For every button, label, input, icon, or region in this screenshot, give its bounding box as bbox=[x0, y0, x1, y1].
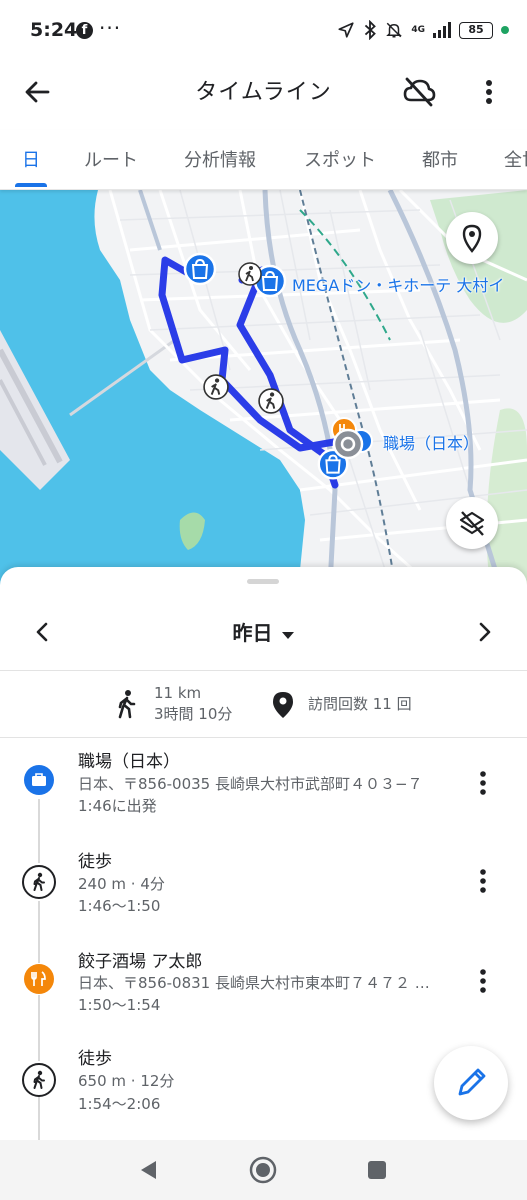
more-vert-icon bbox=[480, 869, 486, 893]
timeline-time: 1:54〜2:06 bbox=[78, 1095, 161, 1113]
day-summary: 11 km 3時間 10分 訪問回数 11 回 bbox=[0, 671, 527, 737]
shopping-pin-icon[interactable] bbox=[183, 252, 217, 290]
timeline-address: 日本、〒856-0831 長崎県大村市東本町７４７２ … bbox=[78, 974, 430, 992]
tab-world[interactable]: 全世 bbox=[504, 146, 527, 172]
date-navigator: 昨日 bbox=[0, 597, 527, 667]
timeline-title: 職場（日本） bbox=[78, 752, 180, 772]
timeline-title: 徒歩 bbox=[78, 1049, 112, 1069]
restaurant-icon bbox=[24, 964, 54, 994]
muted-bell-icon bbox=[386, 22, 403, 38]
timeline-connector bbox=[38, 1097, 40, 1140]
dropdown-caret-icon bbox=[281, 631, 294, 639]
nav-home-button[interactable] bbox=[247, 1154, 279, 1186]
walking-icon bbox=[22, 1063, 56, 1097]
timeline-title: 餃子酒場 ア太郎 bbox=[78, 952, 203, 972]
nav-home-icon bbox=[249, 1156, 277, 1184]
places-button[interactable] bbox=[446, 212, 498, 264]
page-title: タイムライン bbox=[195, 80, 332, 105]
pencil-icon bbox=[458, 1068, 486, 1096]
date-label: 昨日 bbox=[232, 621, 273, 645]
tab-cities[interactable]: 都市 bbox=[422, 146, 458, 172]
date-selector[interactable]: 昨日 bbox=[0, 617, 527, 646]
timeline-connector bbox=[38, 901, 40, 963]
item-more-button[interactable] bbox=[468, 765, 498, 801]
status-overflow: ··· bbox=[99, 16, 122, 40]
divider bbox=[0, 737, 527, 738]
edit-button[interactable] bbox=[434, 1046, 508, 1120]
cloud-off-icon bbox=[403, 77, 436, 107]
tab-insights[interactable]: 分析情報 bbox=[184, 146, 256, 172]
chevron-right-icon bbox=[479, 622, 491, 642]
map-view[interactable]: MEGAドン・キホーテ 大村イ 職場（日本） bbox=[0, 190, 527, 585]
next-day-button[interactable] bbox=[467, 615, 501, 649]
walking-icon bbox=[22, 865, 56, 899]
more-vert-icon bbox=[486, 80, 492, 104]
bluetooth-icon bbox=[365, 20, 377, 40]
drag-handle[interactable] bbox=[247, 579, 279, 584]
walking-marker-icon[interactable] bbox=[258, 388, 284, 414]
walking-marker-icon[interactable] bbox=[238, 262, 262, 286]
more-menu-button[interactable] bbox=[474, 74, 504, 110]
system-nav-bar bbox=[0, 1140, 527, 1200]
nav-back-icon bbox=[141, 1161, 156, 1179]
timeline-distance: 650 m · 12分 bbox=[78, 1072, 175, 1090]
timeline-time: 1:46〜1:50 bbox=[78, 897, 161, 915]
timeline-distance: 240 m · 4分 bbox=[78, 875, 165, 893]
summary-duration: 3時間 10分 bbox=[154, 705, 233, 723]
tab-day[interactable]: 日 bbox=[22, 146, 40, 172]
timeline-title: 徒歩 bbox=[78, 852, 112, 872]
timeline-time: 1:46に出発 bbox=[78, 797, 157, 815]
more-vert-icon bbox=[480, 771, 486, 795]
timeline-connector bbox=[38, 799, 40, 863]
summary-visits: 訪問回数 11 回 bbox=[308, 695, 412, 713]
privacy-dot bbox=[501, 26, 509, 34]
nav-recents-icon bbox=[368, 1161, 386, 1179]
tab-routes[interactable]: ルート bbox=[84, 146, 138, 172]
map-label-work: 職場（日本） bbox=[383, 434, 480, 453]
status-icons: 4G 85 bbox=[337, 20, 509, 40]
location-pin-icon bbox=[462, 224, 482, 253]
network-label: 4G bbox=[411, 24, 425, 35]
facebook-icon: f bbox=[76, 22, 93, 39]
tab-bar: 日 ルート 分析情報 スポット 都市 全世 bbox=[0, 130, 527, 190]
location-pin-icon bbox=[273, 692, 293, 718]
timeline-time: 1:50〜1:54 bbox=[78, 996, 161, 1014]
summary-distance: 11 km bbox=[154, 684, 202, 702]
status-time: 5:24 bbox=[30, 19, 78, 41]
layers-off-icon bbox=[459, 511, 485, 536]
timeline-connector bbox=[38, 995, 40, 1061]
timeline-address: 日本、〒856-0035 長崎県大村市武部町４０３−７ bbox=[78, 775, 423, 793]
item-more-button[interactable] bbox=[468, 963, 498, 999]
current-location-icon[interactable] bbox=[332, 428, 364, 460]
briefcase-icon bbox=[24, 765, 54, 795]
battery-indicator: 85 bbox=[459, 21, 493, 39]
tab-places[interactable]: スポット bbox=[304, 146, 376, 172]
walking-marker-icon[interactable] bbox=[203, 374, 229, 400]
tab-indicator bbox=[15, 183, 47, 187]
signal-icon bbox=[433, 22, 451, 38]
layers-off-button[interactable] bbox=[446, 497, 498, 549]
cloud-off-button[interactable] bbox=[400, 72, 438, 110]
location-arrow-icon bbox=[338, 22, 354, 38]
walking-icon bbox=[118, 690, 136, 719]
nav-recents-button[interactable] bbox=[361, 1154, 393, 1186]
map-label-store: MEGAドン・キホーテ 大村イ bbox=[292, 276, 505, 295]
status-bar: 5:24 f ··· 4G 85 bbox=[0, 0, 527, 62]
more-vert-icon bbox=[480, 969, 486, 993]
nav-back-button[interactable] bbox=[134, 1154, 166, 1186]
item-more-button[interactable] bbox=[468, 863, 498, 899]
app-bar: タイムライン bbox=[0, 62, 527, 122]
